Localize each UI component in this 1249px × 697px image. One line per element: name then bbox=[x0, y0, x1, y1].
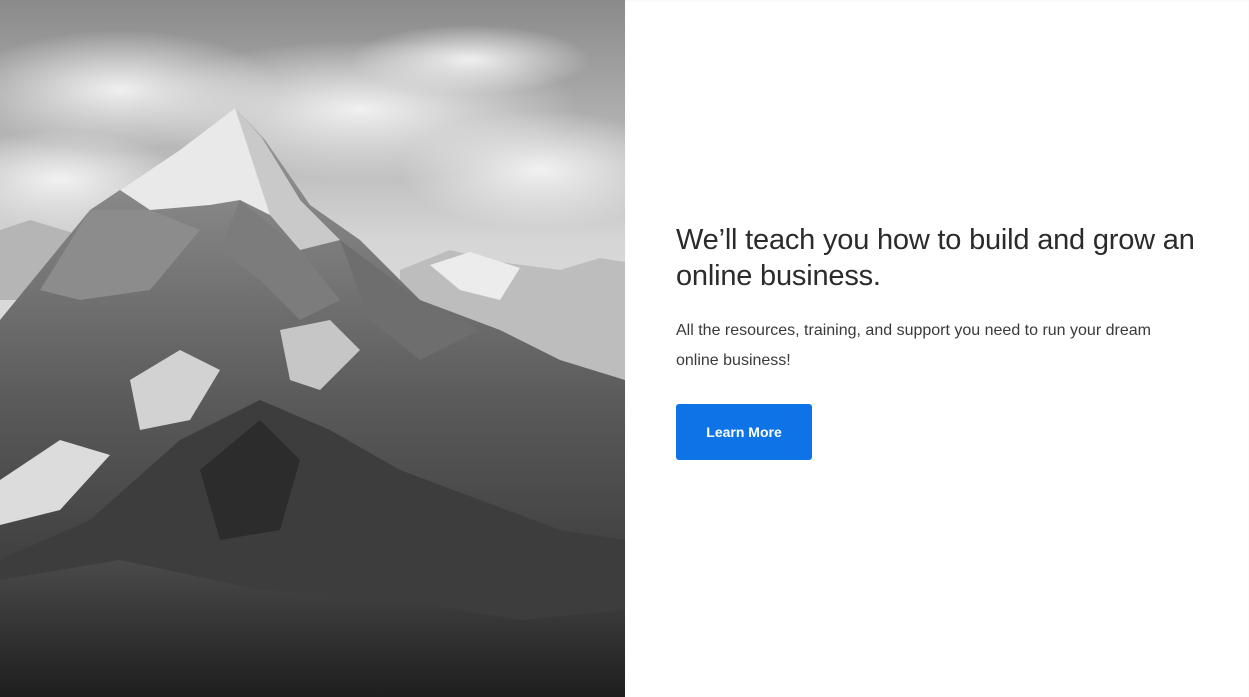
page: We’ll teach you how to build and grow an… bbox=[0, 0, 1249, 697]
headline: We’ll teach you how to build and grow an… bbox=[676, 224, 1195, 292]
mountain-illustration bbox=[0, 0, 625, 697]
content-block: We’ll teach you how to build and grow an… bbox=[676, 222, 1216, 460]
content-panel: We’ll teach you how to build and grow an… bbox=[625, 0, 1249, 697]
learn-more-button[interactable]: Learn More bbox=[676, 404, 812, 460]
mountain-image bbox=[0, 0, 625, 697]
subtext: All the resources, training, and support… bbox=[676, 322, 1151, 369]
